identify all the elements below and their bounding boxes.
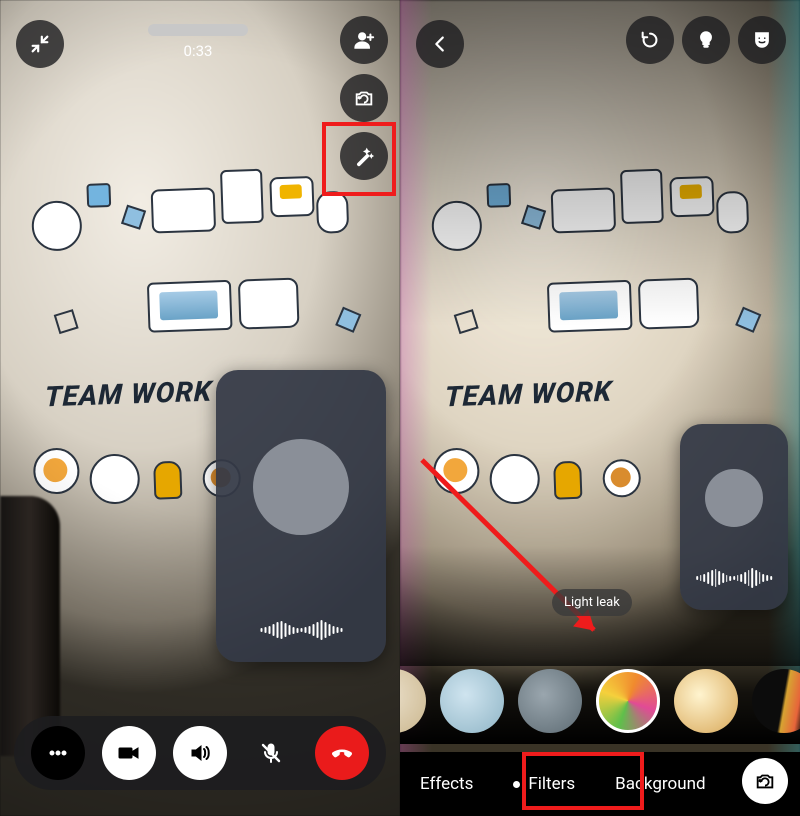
- mural-title: TEAM WORK: [444, 374, 613, 413]
- minimize-button[interactable]: [16, 20, 64, 68]
- effects-tabs-bar: Effects Filters Background: [400, 752, 800, 816]
- effects-wand-button[interactable]: [340, 132, 388, 180]
- end-call-button[interactable]: [315, 726, 369, 780]
- reset-filter-button[interactable]: [626, 16, 674, 64]
- filter-swatch[interactable]: [440, 669, 504, 733]
- selected-filter-swatch[interactable]: [596, 669, 660, 733]
- face-effects-button[interactable]: [738, 16, 786, 64]
- right-screenshot-effects-filters: TEAM WORK Light leak: [400, 0, 800, 816]
- selected-filter-label: Light leak: [552, 589, 632, 616]
- tab-label: Effects: [420, 774, 473, 794]
- call-timer: 0:33: [176, 42, 220, 60]
- flip-camera-icon: [353, 87, 375, 109]
- low-light-button[interactable]: [682, 16, 730, 64]
- active-dot-icon: [513, 781, 520, 788]
- lightbulb-icon: [695, 29, 717, 51]
- voice-waveform: [242, 620, 361, 640]
- video-on-icon: [117, 741, 141, 765]
- magic-wand-icon: [353, 145, 375, 167]
- minimize-icon: [29, 33, 51, 55]
- mute-button[interactable]: [244, 726, 298, 780]
- add-participant-button[interactable]: [340, 16, 388, 64]
- back-icon: [429, 33, 451, 55]
- effects-tab[interactable]: Effects: [400, 774, 493, 794]
- filter-swatch[interactable]: [674, 669, 738, 733]
- face-mask-icon: [751, 29, 773, 51]
- hangup-icon: [330, 741, 354, 765]
- background-tab[interactable]: Background: [595, 774, 725, 794]
- filters-tab[interactable]: Filters: [493, 774, 595, 794]
- person-add-icon: [353, 29, 375, 51]
- left-screenshot-video-call: TEAM WORK 0:33: [0, 0, 400, 816]
- redacted-name-bar: [148, 24, 248, 36]
- flip-camera-icon: [754, 770, 776, 792]
- self-view-pip[interactable]: [216, 370, 386, 662]
- avatar-placeholder: [705, 469, 763, 527]
- flip-camera-button[interactable]: [742, 758, 788, 804]
- tab-label: Filters: [528, 774, 575, 794]
- filter-swatch[interactable]: [400, 669, 426, 733]
- flip-camera-button[interactable]: [340, 74, 388, 122]
- filter-swatch[interactable]: [518, 669, 582, 733]
- mic-muted-icon: [259, 741, 283, 765]
- back-button[interactable]: [416, 20, 464, 68]
- reset-icon: [639, 29, 661, 51]
- self-view-pip[interactable]: [680, 424, 788, 610]
- filter-swatch-strip[interactable]: [400, 658, 800, 744]
- video-toggle-button[interactable]: [102, 726, 156, 780]
- call-controls-bar: [14, 716, 386, 790]
- tab-label: Background: [615, 774, 705, 794]
- avatar-placeholder: [253, 439, 349, 535]
- speaker-button[interactable]: [173, 726, 227, 780]
- speaker-on-icon: [188, 741, 212, 765]
- voice-waveform: [696, 568, 772, 588]
- filter-swatch[interactable]: [752, 669, 800, 733]
- more-options-button[interactable]: [31, 726, 85, 780]
- more-icon: [46, 741, 70, 765]
